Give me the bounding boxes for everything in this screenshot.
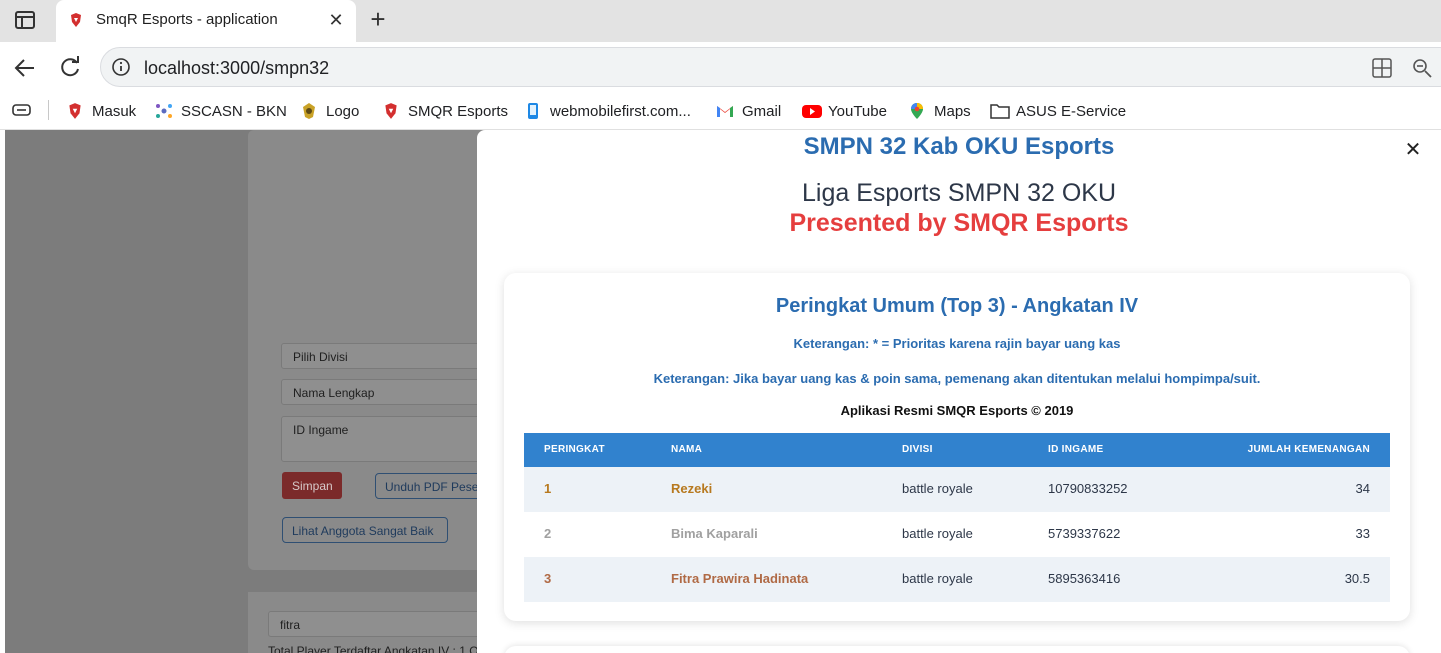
phone-icon xyxy=(524,102,542,120)
active-tab[interactable]: SmqR Esports - application ✕ xyxy=(56,0,356,42)
bookmark-maps[interactable]: Maps xyxy=(908,100,971,122)
priority-note: Keterangan: * = Prioritas karena rajin b… xyxy=(793,336,1121,351)
ingame-id-cell: 10790833252 xyxy=(1048,481,1128,496)
header-name: NAMA xyxy=(671,444,703,455)
table-row: 3 Fitra Prawira Hadinata battle royale 5… xyxy=(524,557,1390,602)
player-search-input[interactable]: fitra xyxy=(268,611,488,637)
bookmark-youtube[interactable]: YouTube xyxy=(802,100,887,122)
bookmarks-bar: Masuk SSCASN - BKN Logo SMQR Esports web… xyxy=(0,92,1441,130)
division-cell: battle royale xyxy=(902,526,973,541)
bookmark-gmail[interactable]: Gmail xyxy=(716,100,781,122)
ranking-table: PERINGKAT NAMA DIVISI ID INGAME JUMLAH K… xyxy=(524,433,1390,602)
league-heading: Liga Esports SMPN 32 OKU xyxy=(801,179,1116,207)
modal-title: SMPN 32 Kab OKU Esports xyxy=(803,133,1115,160)
address-bar[interactable]: localhost:3000/smpn32 xyxy=(100,47,1441,87)
table-row: 1 Rezeki battle royale 10790833252 34 xyxy=(524,467,1390,512)
ingame-id-cell: 5739337622 xyxy=(1048,526,1121,541)
ingame-id-input[interactable]: ID Ingame xyxy=(281,416,481,462)
rank-cell: 3 xyxy=(544,571,552,586)
close-tab-icon[interactable]: ✕ xyxy=(326,10,346,30)
tie-break-note: Keterangan: Jika bayar uang kas & poin s… xyxy=(653,371,1261,386)
all-bookmarks-icon[interactable] xyxy=(12,102,32,118)
presented-by-heading: Presented by SMQR Esports xyxy=(789,209,1129,237)
table-row: 2 Bima Kaparali battle royale 5739337622… xyxy=(524,512,1390,557)
tab-actions-icon[interactable] xyxy=(14,10,36,30)
ingame-id-cell: 5895363416 xyxy=(1048,571,1121,586)
rank-cell: 2 xyxy=(544,526,552,541)
next-card xyxy=(504,646,1410,653)
smqr-favicon-icon xyxy=(68,12,84,28)
tab-strip: SmqR Esports - application ✕ + xyxy=(0,0,1441,42)
rank-cell: 1 xyxy=(544,481,552,496)
header-ingame-id: ID INGAME xyxy=(1048,444,1104,455)
folder-icon xyxy=(990,102,1010,120)
url-text: localhost:3000/smpn32 xyxy=(144,58,330,78)
save-button[interactable]: Simpan xyxy=(282,472,342,499)
ranking-modal: ✕ SMPN 32 Kab OKU Esports Liga Esports S… xyxy=(477,130,1441,653)
page-viewport: Pilih Divisi Nama Lengkap ID Ingame Simp… xyxy=(0,130,1441,653)
wins-cell: 33 xyxy=(1355,526,1370,541)
app-copyright: Aplikasi Resmi SMQR Esports © 2019 xyxy=(840,403,1074,418)
header-wins: JUMLAH KEMENANGAN xyxy=(1247,444,1370,455)
view-top-members-button[interactable]: Lihat Anggota Sangat Baik xyxy=(282,517,448,543)
emblem-icon xyxy=(300,102,318,120)
division-cell: battle royale xyxy=(902,481,973,496)
site-info-icon[interactable] xyxy=(111,57,131,77)
download-pdf-button[interactable]: Unduh PDF Peserta xyxy=(375,473,485,499)
browser-toolbar: localhost:3000/smpn32 xyxy=(0,42,1441,92)
name-cell: Fitra Prawira Hadinata xyxy=(671,571,809,586)
header-rank: PERINGKAT xyxy=(544,444,605,455)
name-cell: Rezeki xyxy=(671,481,713,496)
bookmark-webmobilefirst[interactable]: webmobilefirst.com... xyxy=(524,100,691,122)
bookmark-logo[interactable]: Logo xyxy=(300,100,359,122)
smqr-favicon-icon xyxy=(66,102,84,120)
back-arrow-icon[interactable] xyxy=(12,55,38,81)
new-tab-button[interactable]: + xyxy=(366,6,390,32)
table-header: PERINGKAT NAMA DIVISI ID INGAME JUMLAH K… xyxy=(524,433,1390,467)
bookmark-sscasn[interactable]: SSCASN - BKN xyxy=(155,100,287,122)
tab-title: SmqR Esports - application xyxy=(96,11,278,28)
bookmark-masuk[interactable]: Masuk xyxy=(66,100,136,122)
full-name-input[interactable]: Nama Lengkap xyxy=(281,379,481,405)
bookmark-smqr-esports[interactable]: SMQR Esports xyxy=(382,100,508,122)
smqr-favicon-icon xyxy=(382,102,400,120)
division-select[interactable]: Pilih Divisi xyxy=(281,343,481,369)
name-cell: Bima Kaparali xyxy=(671,526,758,541)
youtube-icon xyxy=(802,102,822,120)
division-cell: battle royale xyxy=(902,571,973,586)
wins-cell: 34 xyxy=(1355,481,1370,496)
sscasn-icon xyxy=(155,102,173,120)
gmail-icon xyxy=(716,102,734,120)
total-players-text: Total Player Terdaftar Angkatan IV : 1 O… xyxy=(268,644,492,653)
ranking-title: Peringkat Umum (Top 3) - Angkatan IV xyxy=(775,295,1139,317)
ranking-card: Peringkat Umum (Top 3) - Angkatan IV Ket… xyxy=(504,273,1410,621)
maps-icon xyxy=(908,102,926,120)
bookmark-asus-eservice[interactable]: ASUS E-Service xyxy=(990,100,1126,122)
zoom-icon[interactable] xyxy=(1411,57,1433,79)
reload-icon[interactable] xyxy=(57,55,83,81)
bookmarks-separator xyxy=(48,100,49,120)
wins-cell: 30.5 xyxy=(1344,571,1370,586)
header-division: DIVISI xyxy=(902,444,933,455)
extensions-icon[interactable] xyxy=(1371,57,1393,79)
